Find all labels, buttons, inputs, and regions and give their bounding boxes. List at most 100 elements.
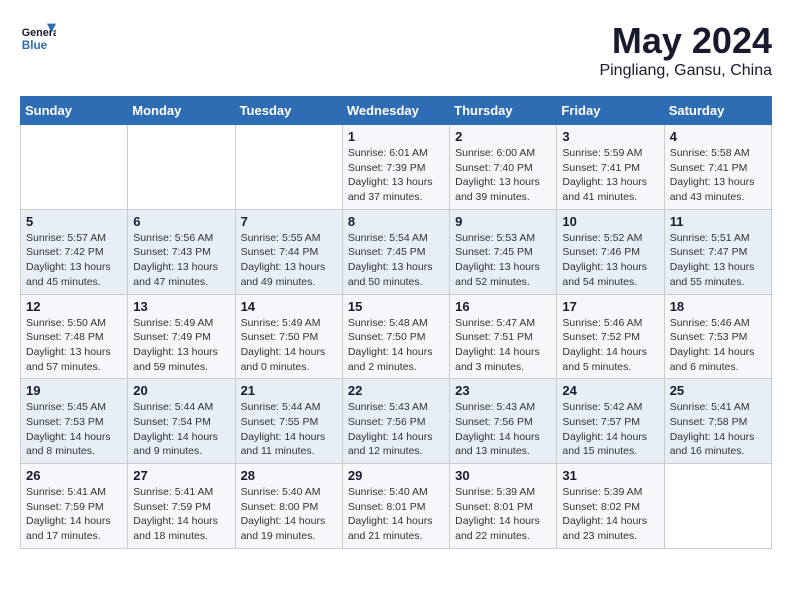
- calendar-cell: 6 Sunrise: 5:56 AMSunset: 7:43 PMDaylight…: [128, 209, 235, 294]
- calendar-header: Sunday Monday Tuesday Wednesday Thursday…: [21, 97, 772, 125]
- calendar-cell: 8 Sunrise: 5:54 AMSunset: 7:45 PMDaylight…: [342, 209, 449, 294]
- calendar-cell: [235, 125, 342, 210]
- calendar-cell: 13Sunrise: 5:49 AMSunset: 7:49 PMDayligh…: [128, 294, 235, 379]
- calendar-cell: 25Sunrise: 5:41 AMSunset: 7:58 PMDayligh…: [664, 379, 771, 464]
- day-info: Sunrise: 6:00 AMSunset: 7:40 PMDaylight:…: [455, 146, 551, 205]
- calendar-cell: 26Sunrise: 5:41 AMSunset: 7:59 PMDayligh…: [21, 464, 128, 549]
- day-number: 20: [133, 383, 229, 398]
- day-info: Sunrise: 5:43 AMSunset: 7:56 PMDaylight:…: [348, 400, 444, 459]
- day-number: 8: [348, 214, 444, 229]
- day-info: Sunrise: 5:56 AMSunset: 7:43 PMDaylight:…: [133, 231, 229, 290]
- day-number: 21: [241, 383, 337, 398]
- calendar-week-row: 1 Sunrise: 6:01 AMSunset: 7:39 PMDaylight…: [21, 125, 772, 210]
- day-number: 11: [670, 214, 766, 229]
- svg-text:Blue: Blue: [22, 39, 48, 52]
- day-number: 16: [455, 299, 551, 314]
- day-number: 22: [348, 383, 444, 398]
- calendar-cell: 28 Sunrise: 5:40 AMSunset: 8:00 PMDayligh…: [235, 464, 342, 549]
- day-info: Sunrise: 5:45 AMSunset: 7:53 PMDaylight:…: [26, 400, 122, 459]
- calendar-cell: 23Sunrise: 5:43 AMSunset: 7:56 PMDayligh…: [450, 379, 557, 464]
- calendar-cell: 15 Sunrise: 5:48 AMSunset: 7:50 PMDayligh…: [342, 294, 449, 379]
- calendar-cell: 31Sunrise: 5:39 AMSunset: 8:02 PMDayligh…: [557, 464, 664, 549]
- calendar-cell: 18 Sunrise: 5:46 AMSunset: 7:53 PMDayligh…: [664, 294, 771, 379]
- header-sunday: Sunday: [21, 97, 128, 125]
- day-number: 5: [26, 214, 122, 229]
- calendar-cell: 5 Sunrise: 5:57 AMSunset: 7:42 PMDaylight…: [21, 209, 128, 294]
- calendar-cell: [664, 464, 771, 549]
- calendar-cell: 2Sunrise: 6:00 AMSunset: 7:40 PMDaylight…: [450, 125, 557, 210]
- day-info: Sunrise: 5:42 AMSunset: 7:57 PMDaylight:…: [562, 400, 658, 459]
- calendar-cell: 14 Sunrise: 5:49 AMSunset: 7:50 PMDayligh…: [235, 294, 342, 379]
- day-info: Sunrise: 5:49 AMSunset: 7:49 PMDaylight:…: [133, 316, 229, 375]
- day-number: 24: [562, 383, 658, 398]
- day-number: 26: [26, 468, 122, 483]
- day-number: 14: [241, 299, 337, 314]
- weekday-row: Sunday Monday Tuesday Wednesday Thursday…: [21, 97, 772, 125]
- day-info: Sunrise: 5:46 AMSunset: 7:53 PMDaylight:…: [670, 316, 766, 375]
- day-info: Sunrise: 5:39 AMSunset: 8:01 PMDaylight:…: [455, 485, 551, 544]
- day-info: Sunrise: 5:41 AMSunset: 7:58 PMDaylight:…: [670, 400, 766, 459]
- day-number: 6: [133, 214, 229, 229]
- calendar-cell: 29 Sunrise: 5:40 AMSunset: 8:01 PMDayligh…: [342, 464, 449, 549]
- day-number: 29: [348, 468, 444, 483]
- day-number: 18: [670, 299, 766, 314]
- day-info: Sunrise: 5:44 AMSunset: 7:54 PMDaylight:…: [133, 400, 229, 459]
- day-info: Sunrise: 5:47 AMSunset: 7:51 PMDaylight:…: [455, 316, 551, 375]
- day-number: 12: [26, 299, 122, 314]
- calendar-cell: 21 Sunrise: 5:44 AMSunset: 7:55 PMDayligh…: [235, 379, 342, 464]
- day-info: Sunrise: 5:58 AMSunset: 7:41 PMDaylight:…: [670, 146, 766, 205]
- day-number: 15: [348, 299, 444, 314]
- day-number: 17: [562, 299, 658, 314]
- calendar-cell: 10 Sunrise: 5:52 AMSunset: 7:46 PMDayligh…: [557, 209, 664, 294]
- calendar-week-row: 26 Sunrise: 5:41 AMSunset: 7:59 PMDayligh…: [21, 464, 772, 549]
- day-info: Sunrise: 5:57 AMSunset: 7:42 PMDaylight:…: [26, 231, 122, 290]
- header-friday: Friday: [557, 97, 664, 125]
- day-info: Sunrise: 5:52 AMSunset: 7:46 PMDaylight:…: [562, 231, 658, 290]
- day-number: 1: [348, 129, 444, 144]
- day-info: Sunrise: 5:50 AMSunset: 7:48 PMDaylight:…: [26, 316, 122, 375]
- calendar-week-row: 12 Sunrise: 5:50 AMSunset: 7:48 PMDayligh…: [21, 294, 772, 379]
- day-number: 3: [562, 129, 658, 144]
- calendar-cell: 17 Sunrise: 5:46 AMSunset: 7:52 PMDayligh…: [557, 294, 664, 379]
- calendar-week-row: 19 Sunrise: 5:45 AMSunset: 7:53 PMDayligh…: [21, 379, 772, 464]
- title-block: May 2024 Pingliang, Gansu, China: [599, 20, 772, 80]
- day-info: Sunrise: 5:48 AMSunset: 7:50 PMDaylight:…: [348, 316, 444, 375]
- day-info: Sunrise: 5:54 AMSunset: 7:45 PMDaylight:…: [348, 231, 444, 290]
- day-info: Sunrise: 5:49 AMSunset: 7:50 PMDaylight:…: [241, 316, 337, 375]
- day-number: 31: [562, 468, 658, 483]
- calendar-table: Sunday Monday Tuesday Wednesday Thursday…: [20, 96, 772, 549]
- calendar-cell: 30 Sunrise: 5:39 AMSunset: 8:01 PMDayligh…: [450, 464, 557, 549]
- calendar-cell: [21, 125, 128, 210]
- day-info: Sunrise: 5:44 AMSunset: 7:55 PMDaylight:…: [241, 400, 337, 459]
- logo: GeneralBlue General Blue: [20, 20, 56, 56]
- page-header: GeneralBlue General Blue May 2024 Pingli…: [20, 20, 772, 80]
- day-number: 19: [26, 383, 122, 398]
- day-info: Sunrise: 5:59 AMSunset: 7:41 PMDaylight:…: [562, 146, 658, 205]
- location: Pingliang, Gansu, China: [599, 62, 772, 80]
- calendar-cell: 24 Sunrise: 5:42 AMSunset: 7:57 PMDayligh…: [557, 379, 664, 464]
- day-number: 10: [562, 214, 658, 229]
- calendar-cell: 3 Sunrise: 5:59 AMSunset: 7:41 PMDaylight…: [557, 125, 664, 210]
- month-title: May 2024: [599, 20, 772, 62]
- day-info: Sunrise: 6:01 AMSunset: 7:39 PMDaylight:…: [348, 146, 444, 205]
- day-info: Sunrise: 5:46 AMSunset: 7:52 PMDaylight:…: [562, 316, 658, 375]
- calendar-cell: 11Sunrise: 5:51 AMSunset: 7:47 PMDayligh…: [664, 209, 771, 294]
- calendar-cell: 27Sunrise: 5:41 AMSunset: 7:59 PMDayligh…: [128, 464, 235, 549]
- day-number: 23: [455, 383, 551, 398]
- day-number: 7: [241, 214, 337, 229]
- calendar-cell: 1 Sunrise: 6:01 AMSunset: 7:39 PMDaylight…: [342, 125, 449, 210]
- calendar-cell: 19 Sunrise: 5:45 AMSunset: 7:53 PMDayligh…: [21, 379, 128, 464]
- header-monday: Monday: [128, 97, 235, 125]
- day-number: 28: [241, 468, 337, 483]
- calendar-cell: 4Sunrise: 5:58 AMSunset: 7:41 PMDaylight…: [664, 125, 771, 210]
- calendar-cell: 9Sunrise: 5:53 AMSunset: 7:45 PMDaylight…: [450, 209, 557, 294]
- day-info: Sunrise: 5:41 AMSunset: 7:59 PMDaylight:…: [133, 485, 229, 544]
- calendar-cell: 22 Sunrise: 5:43 AMSunset: 7:56 PMDayligh…: [342, 379, 449, 464]
- calendar-cell: [128, 125, 235, 210]
- day-info: Sunrise: 5:40 AMSunset: 8:01 PMDaylight:…: [348, 485, 444, 544]
- day-info: Sunrise: 5:40 AMSunset: 8:00 PMDaylight:…: [241, 485, 337, 544]
- calendar-cell: 16 Sunrise: 5:47 AMSunset: 7:51 PMDayligh…: [450, 294, 557, 379]
- day-number: 30: [455, 468, 551, 483]
- header-tuesday: Tuesday: [235, 97, 342, 125]
- header-wednesday: Wednesday: [342, 97, 449, 125]
